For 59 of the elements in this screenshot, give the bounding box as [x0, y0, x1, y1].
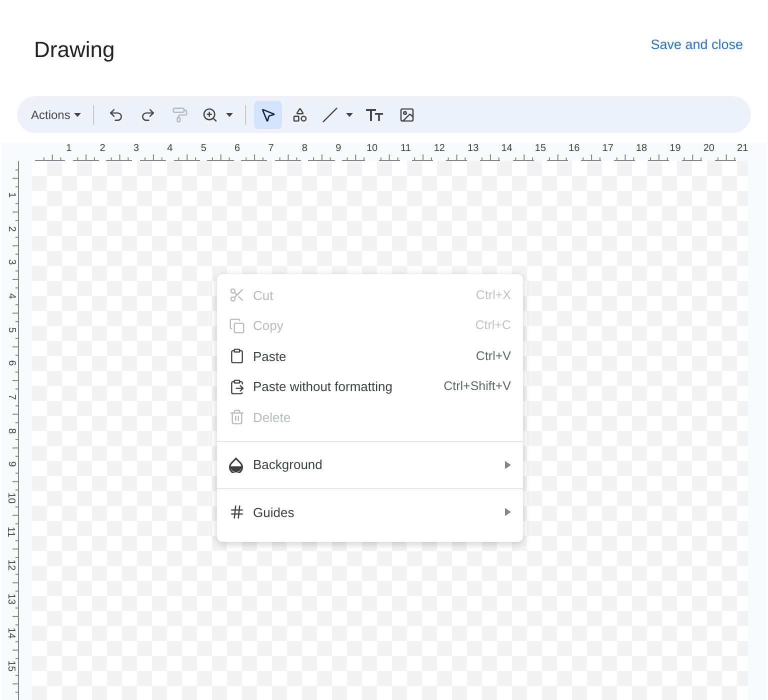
image-icon [399, 106, 416, 122]
menu-item-label: Paste [253, 348, 288, 366]
ruler-number: 10 [365, 143, 379, 161]
ruler-number: 8 [300, 143, 308, 161]
select-button[interactable] [254, 100, 282, 128]
menu-item-label: Background [253, 456, 324, 474]
paint-roller-icon [172, 106, 188, 122]
shortcut-label: Ctrl+C [475, 317, 511, 334]
shortcut-label: Ctrl+X [476, 286, 511, 304]
actions-menu-button[interactable]: Actions [27, 100, 86, 128]
ruler-number: 16 [568, 143, 581, 161]
ruler-number: 20 [702, 143, 716, 161]
shortcut-label: Ctrl+V [476, 348, 511, 365]
caret-icon [74, 112, 82, 116]
caret-icon [346, 112, 354, 116]
save-and-close-link[interactable]: Save and close [650, 34, 743, 56]
ruler-number: 15 [534, 143, 548, 161]
window-title: Drawing [34, 36, 115, 64]
ruler-number: 1 [65, 143, 73, 161]
redo-icon [140, 106, 156, 122]
ruler-number: 19 [668, 143, 682, 161]
menu-item-label: Paste without formatting [253, 378, 394, 396]
undo-icon [108, 106, 124, 122]
hash-icon [229, 504, 245, 520]
ruler-number: 7 [267, 143, 275, 161]
menu-item[interactable]: Paste Ctrl+V [217, 341, 523, 372]
pointer-icon [260, 106, 276, 122]
ruler-number: 17 [601, 143, 614, 161]
ruler-number: 5 [200, 143, 208, 161]
ruler-number: 18 [634, 143, 648, 161]
scissors-icon [229, 287, 245, 304]
menu-item-label: Guides [253, 504, 296, 522]
shapes-icon [292, 106, 308, 122]
caret-icon [226, 112, 234, 116]
menu-item[interactable]: Guides [217, 497, 523, 528]
ruler-number: 21 [736, 143, 750, 161]
ruler-number: 6 [234, 143, 242, 161]
trash-icon [229, 409, 245, 426]
menu-item-label: Cut [253, 286, 274, 304]
ruler-number: 13 [466, 143, 480, 161]
clipboard-icon [229, 348, 245, 364]
ruler-number: 11 [400, 143, 412, 161]
copy-icon [229, 318, 245, 334]
shortcut-label: Ctrl+Shift+V [444, 378, 511, 396]
ruler-number: 4 [166, 143, 174, 161]
ruler-number: 3 [132, 143, 140, 161]
menu-item[interactable]: Paste without formatting Ctrl+Shift+V [217, 372, 523, 402]
ruler-number: 9 [334, 143, 342, 161]
zoom-in-icon [202, 106, 218, 122]
ruler-number: 14 [500, 143, 514, 161]
ruler-number: 2 [98, 143, 106, 161]
ruler-number: 12 [432, 143, 446, 161]
clipboard-paste-icon [229, 378, 245, 395]
text-icon [366, 108, 384, 122]
line-icon [322, 106, 338, 122]
menu-item-label: Copy [253, 317, 284, 335]
fill-drop-icon [229, 456, 243, 473]
menu-item-label: Delete [253, 408, 292, 426]
menu-item[interactable]: Background [217, 450, 523, 480]
